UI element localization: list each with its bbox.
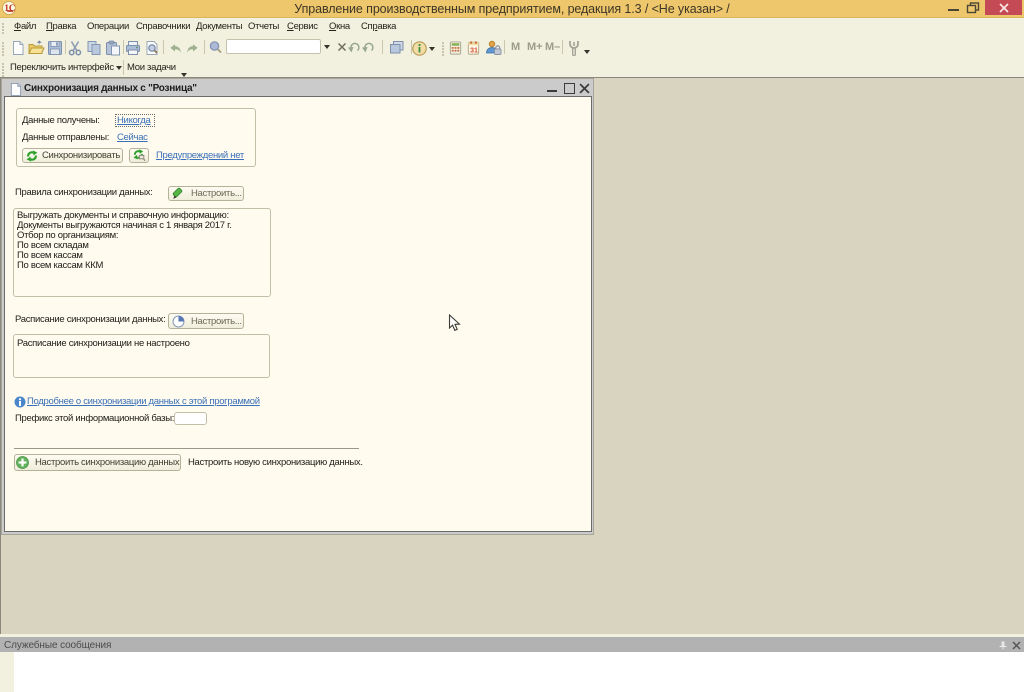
svg-text:31: 31 [470, 47, 478, 54]
